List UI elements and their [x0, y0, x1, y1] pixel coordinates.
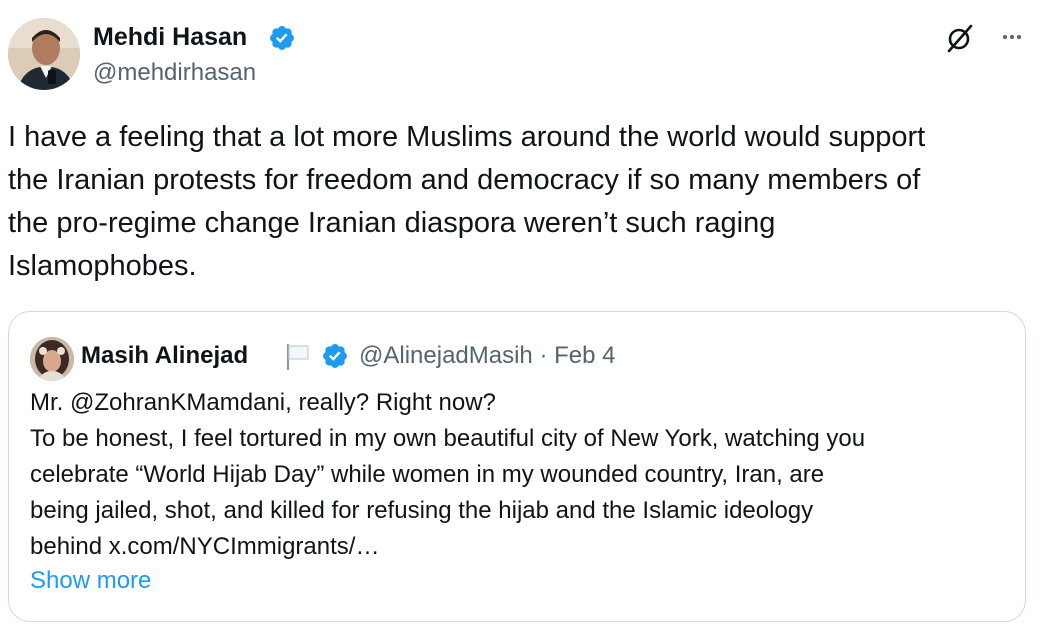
tweet-text-line: Islamophobes.	[8, 250, 197, 282]
tweet-text-line: the pro-regime change Iranian diaspora w…	[8, 207, 776, 239]
quoted-tweet[interactable]: Masih Alinejad @AlinejadMasih · Feb 4 Mr…	[8, 311, 1026, 622]
quoted-text-line: Mr. @ZohranKMamdani, really? Right now?	[30, 389, 496, 416]
grok-icon[interactable]	[944, 22, 976, 54]
more-options-icon[interactable]	[996, 22, 1028, 52]
author-avatar[interactable]	[8, 18, 80, 90]
quoted-text-line: celebrate “World Hijab Day” while women …	[30, 461, 825, 488]
quoted-handle[interactable]: @AlinejadMasih	[359, 342, 533, 369]
quoted-text-line: being jailed, shot, and killed for refus…	[30, 497, 814, 524]
author-display-name[interactable]: Mehdi Hasan	[93, 20, 247, 54]
quoted-author-avatar[interactable]	[30, 337, 74, 381]
tweet-text-line: the Iranian protests for freedom and dem…	[8, 164, 921, 196]
quoted-text-line: To be honest, I feel tortured in my own …	[30, 425, 866, 452]
quoted-date[interactable]: Feb 4	[554, 342, 615, 369]
tweet-text: I have a feeling that a lot more Muslims…	[8, 116, 1028, 288]
tweet-text-line: I have a feeling that a lot more Muslims…	[8, 121, 926, 153]
quoted-display-name[interactable]: Masih Alinejad	[81, 340, 248, 372]
show-more-link[interactable]: Show more	[30, 565, 151, 597]
tweet-card: Mehdi Hasan @mehdirhasan I have a feelin…	[0, 0, 1046, 628]
white-flag-icon	[286, 343, 309, 371]
verified-badge-icon	[270, 26, 294, 50]
verified-badge-icon	[323, 344, 347, 368]
author-handle[interactable]: @mehdirhasan	[93, 57, 256, 89]
quoted-meta: @AlinejadMasih · Feb 4	[359, 340, 616, 372]
quoted-text: Mr. @ZohranKMamdani, really? Right now? …	[30, 385, 865, 565]
meta-separator: ·	[539, 342, 548, 369]
quoted-text-line: behind x.com/NYCImmigrants/…	[30, 533, 380, 560]
